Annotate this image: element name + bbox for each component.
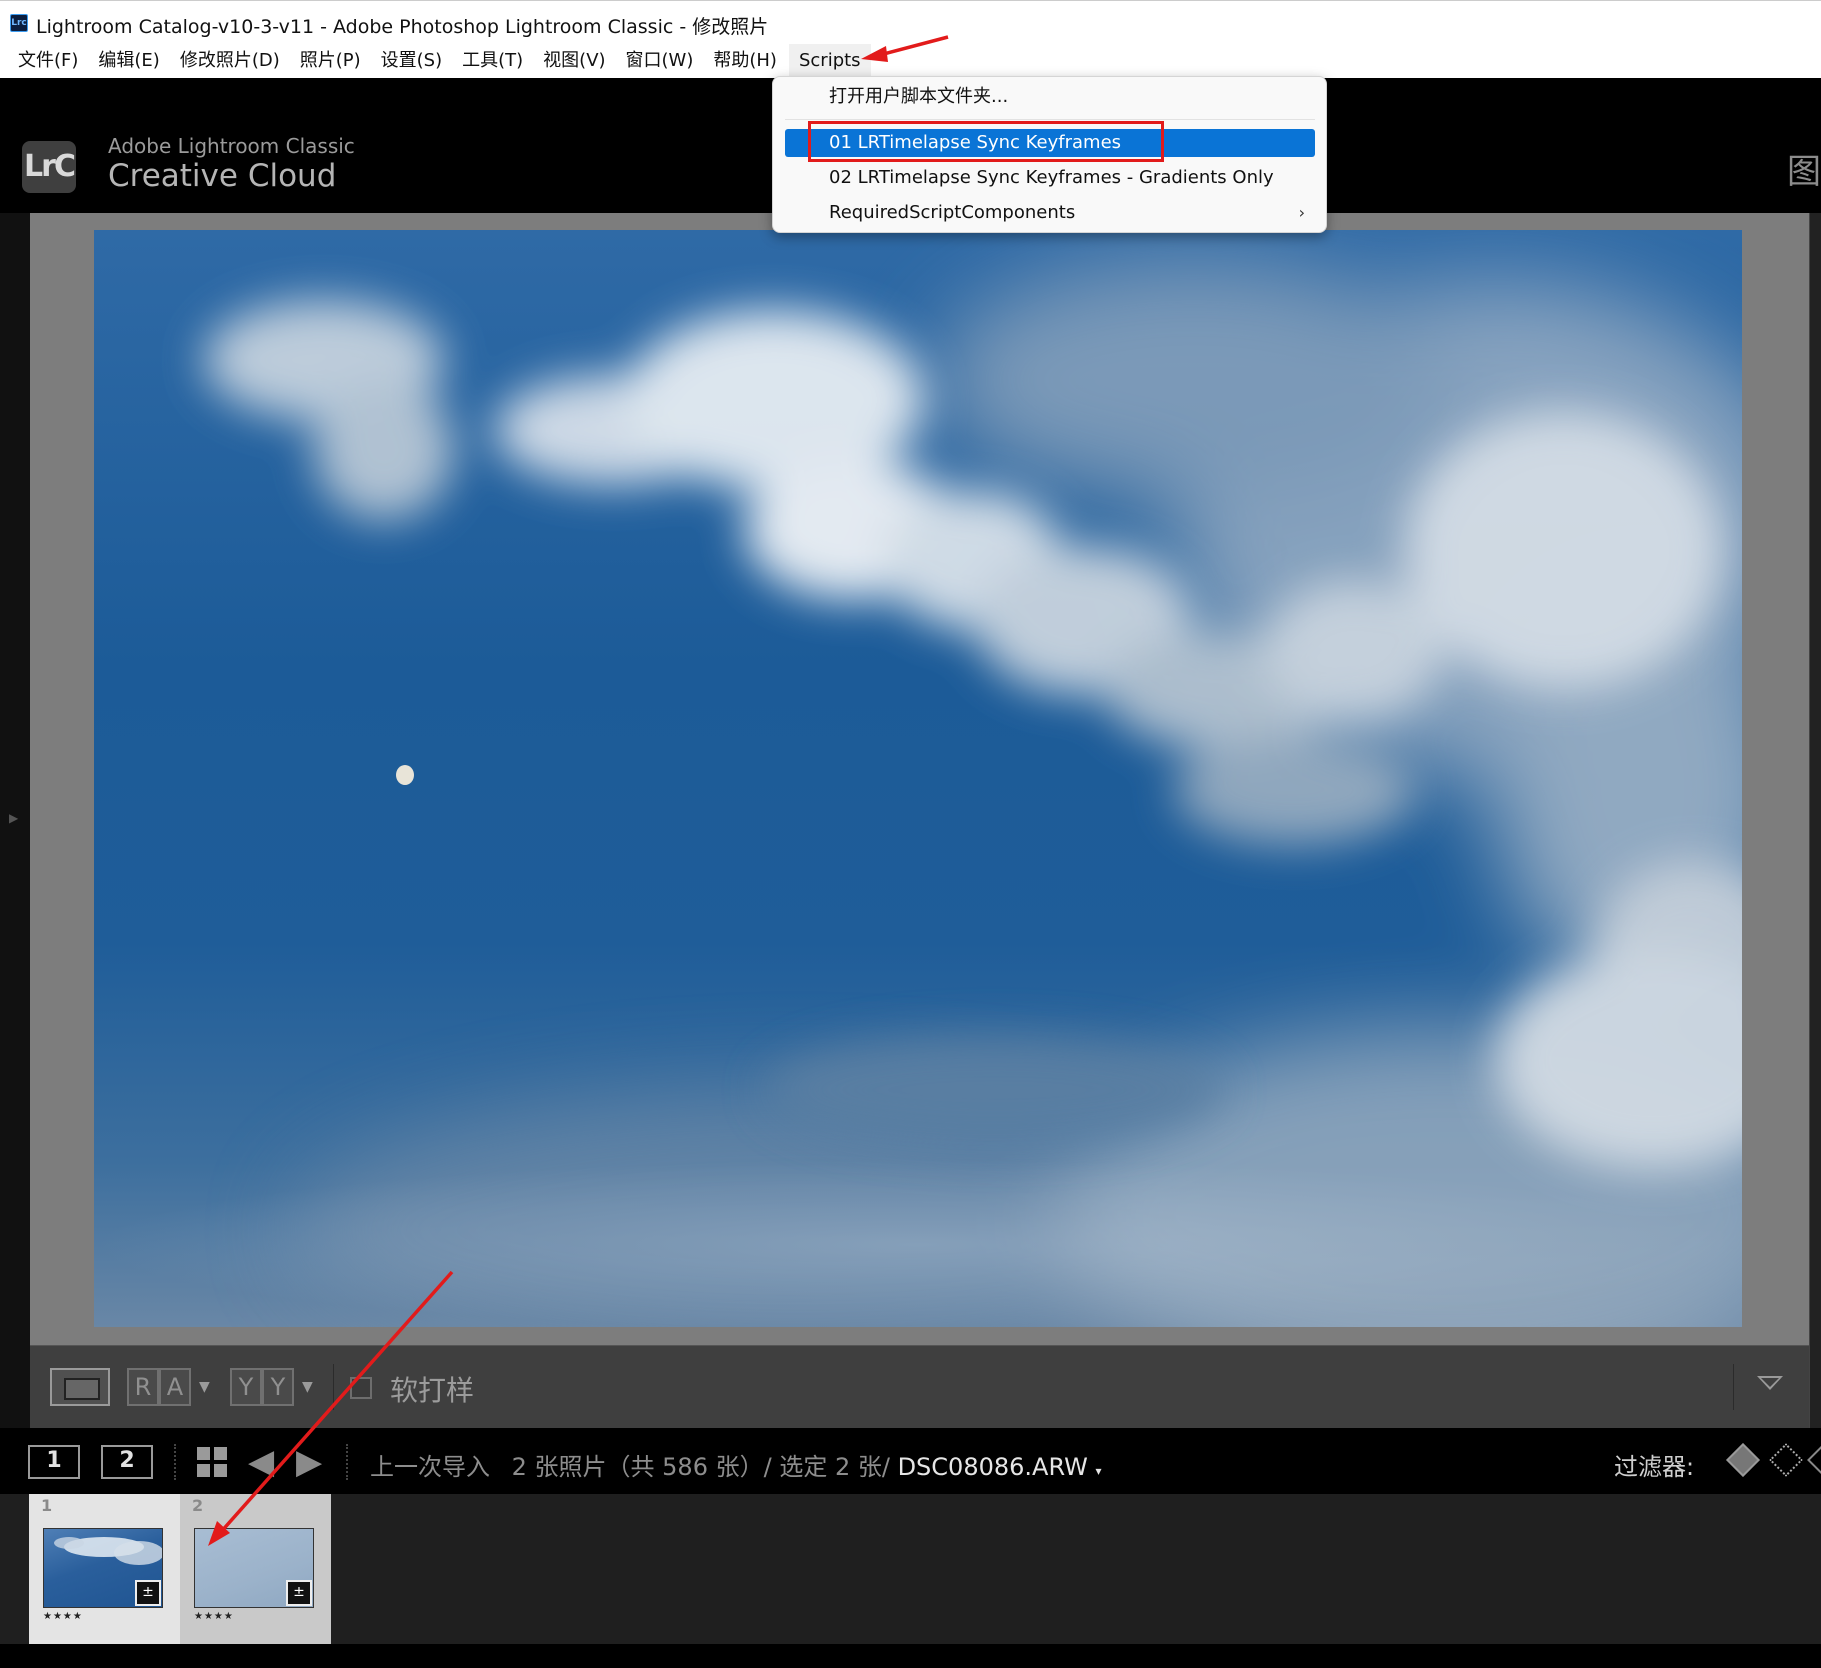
menu-help[interactable]: 帮助(H): [703, 44, 787, 78]
flag-filter-icon[interactable]: [1726, 1443, 1760, 1477]
toolbar-divider: [333, 1364, 334, 1410]
rejected-filter-icon[interactable]: [1807, 1443, 1821, 1477]
next-photo-arrow-icon[interactable]: ▶: [296, 1445, 322, 1479]
menu-settings[interactable]: 设置(S): [371, 44, 452, 78]
previous-photo-arrow-icon[interactable]: ◀: [248, 1445, 274, 1479]
menu-develop[interactable]: 修改照片(D): [170, 44, 290, 78]
filmbar-divider: [174, 1444, 176, 1480]
soft-proof-label: 软打样: [390, 1374, 475, 1407]
develop-adjustment-badge-icon[interactable]: ±: [135, 1580, 161, 1606]
menu-view[interactable]: 视图(V): [533, 44, 615, 78]
primary-window-button[interactable]: 1: [28, 1445, 80, 1479]
brand-subtitle: Creative Cloud: [108, 158, 337, 194]
filmstrip-thumb-1[interactable]: 1 ± ★★★★: [29, 1494, 180, 1644]
left-panel-collapsed[interactable]: ▶: [0, 213, 30, 1428]
menu-file[interactable]: 文件(F): [8, 44, 88, 78]
thumb-image: ±: [43, 1528, 163, 1608]
secondary-window-button[interactable]: 2: [101, 1445, 153, 1479]
menu-bar: 文件(F) 编辑(E) 修改照片(D) 照片(P) 设置(S) 工具(T) 视图…: [0, 44, 1821, 78]
window-bottom-edge: [0, 1644, 1821, 1668]
source-count: 2 张照片（共 586 张）/ 选定 2 张/: [511, 1453, 890, 1481]
thumb-rating[interactable]: ★★★★: [194, 1611, 234, 1622]
thumb-rating[interactable]: ★★★★: [43, 1611, 83, 1622]
filmbar-divider-2: [346, 1444, 348, 1480]
swap-dropdown-icon[interactable]: ▼: [302, 1368, 313, 1406]
filmstrip-thumb-2[interactable]: 2 ± ★★★★: [180, 1494, 331, 1644]
develop-toolbar: R A ▼ Y Y ▼ 软打样: [30, 1345, 1809, 1428]
before-after-r-button[interactable]: R: [127, 1368, 159, 1406]
submenu-chevron-icon: ›: [1298, 203, 1305, 222]
lrc-logo: LrC: [22, 141, 76, 193]
before-after-y-right-button[interactable]: Y: [262, 1368, 294, 1406]
before-after-a-button[interactable]: A: [159, 1368, 191, 1406]
grid-view-icon[interactable]: [197, 1447, 227, 1477]
expand-left-panel-icon[interactable]: ▶: [9, 811, 18, 825]
required-script-components-item[interactable]: RequiredScriptComponents ›: [785, 199, 1315, 227]
window-title-bar: Lrc Lightroom Catalog-v10-3-v11 - Adobe …: [0, 0, 1821, 44]
source-prefix: 上一次导入: [370, 1453, 490, 1481]
filename-caret-icon[interactable]: ▾: [1096, 1464, 1102, 1478]
develop-canvas: [30, 213, 1809, 1345]
current-filename: DSC08086.ARW: [897, 1453, 1088, 1481]
before-after-left-right-group: R A ▼: [127, 1368, 210, 1406]
before-after-dropdown-icon[interactable]: ▼: [199, 1368, 210, 1406]
before-after-top-bottom-group: Y Y ▼: [230, 1368, 313, 1406]
menu-tools[interactable]: 工具(T): [452, 44, 533, 78]
lrtimelapse-sync-gradients-item[interactable]: 02 LRTimelapse Sync Keyframes - Gradient…: [785, 164, 1315, 192]
toolbar-divider-right: [1733, 1364, 1734, 1410]
menu-window[interactable]: 窗口(W): [616, 44, 704, 78]
filter-label: 过滤器:: [1614, 1453, 1695, 1481]
annotation-highlight-box: [808, 121, 1164, 162]
loupe-view-button[interactable]: [50, 1368, 110, 1406]
menu-scripts[interactable]: Scripts: [788, 44, 871, 78]
toolbar-content-menu-icon[interactable]: [1757, 1376, 1783, 1390]
right-panel-edge[interactable]: [1809, 213, 1821, 1428]
before-after-y-left-button[interactable]: Y: [230, 1368, 262, 1406]
brand-name: Adobe Lightroom Classic: [108, 134, 355, 158]
menu-edit[interactable]: 编辑(E): [88, 44, 169, 78]
menu-photo[interactable]: 照片(P): [290, 44, 371, 78]
thumb-number: 1: [41, 1496, 53, 1515]
thumb-image: ±: [194, 1528, 314, 1608]
filmstrip-source-info[interactable]: 上一次导入 2 张照片（共 586 张）/ 选定 2 张/ DSC08086.A…: [370, 1447, 1102, 1482]
filmstrip-navigation-bar: 1 2 ◀ ▶ 上一次导入 2 张照片（共 586 张）/ 选定 2 张/ DS…: [0, 1428, 1821, 1494]
thumb-number: 2: [192, 1496, 204, 1515]
soft-proof-checkbox[interactable]: [350, 1377, 372, 1399]
filmstrip: 1 ± ★★★★ 2 ± ★★★★: [0, 1494, 1821, 1644]
open-user-scripts-folder-item[interactable]: 打开用户脚本文件夹...: [785, 83, 1315, 111]
photo-preview[interactable]: [94, 230, 1742, 1327]
required-script-components-label: RequiredScriptComponents: [829, 202, 1076, 223]
develop-adjustment-badge-icon[interactable]: ±: [286, 1580, 312, 1606]
sky-cloud-image: [94, 260, 1742, 1327]
window-title: Lightroom Catalog-v10-3-v11 - Adobe Phot…: [36, 16, 769, 38]
module-picker-glyph[interactable]: 图: [1787, 144, 1821, 193]
menu-separator: [785, 119, 1315, 120]
lightroom-app-icon: Lrc: [10, 14, 28, 32]
unflagged-filter-icon[interactable]: [1769, 1443, 1803, 1477]
